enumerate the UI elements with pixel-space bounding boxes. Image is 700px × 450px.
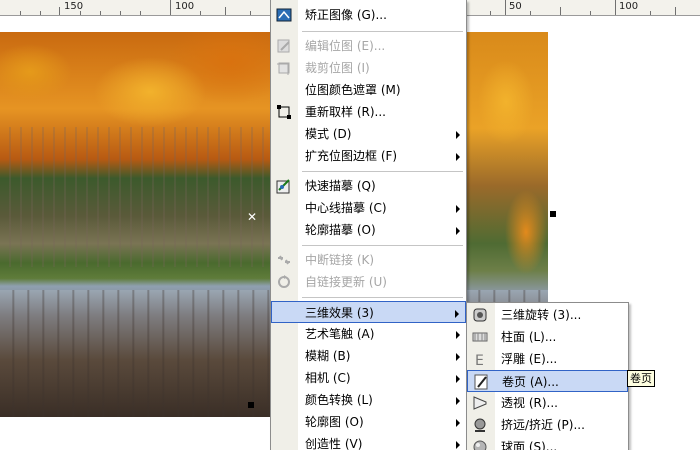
submenu-item-emboss[interactable]: E 浮雕 (E)... [467, 348, 628, 370]
page-curl-icon [473, 374, 489, 390]
menu-item-label: 裁剪位图 (I) [305, 61, 370, 75]
autumn-lake-bitmap[interactable] [0, 32, 270, 417]
ruler-label: 100 [619, 1, 639, 12]
menu-item-art-strokes[interactable]: 艺术笔触 (A) [271, 323, 466, 345]
ruler-label: 100 [175, 1, 195, 12]
submenu-arrow-icon [456, 131, 460, 139]
menu-item-label: 轮廓描摹 (O) [305, 223, 376, 237]
menu-item-quick-trace[interactable]: 快速描摹 (Q) [271, 175, 466, 197]
straighten-image-icon [276, 7, 292, 23]
menu-item-mode[interactable]: 模式 (D) [271, 123, 466, 145]
sphere-icon [472, 439, 488, 450]
menu-item-label: 矫正图像 (G)... [305, 8, 387, 22]
menu-item-label: 位图颜色遮罩 (M) [305, 83, 401, 97]
menu-item-label: 中断链接 (K) [305, 253, 375, 267]
menu-item-bitmap-color-mask[interactable]: 位图颜色遮罩 (M) [271, 79, 466, 101]
menu-item-label: 快速描摹 (Q) [305, 179, 376, 193]
menu-item-3d-effects[interactable]: 三维效果 (3) [271, 301, 466, 323]
menu-item-label: 球面 (S)... [501, 440, 558, 450]
menu-item-label: 轮廓图 (O) [305, 415, 364, 429]
center-x-marker[interactable]: ✕ [247, 210, 257, 224]
cylinder-icon [472, 329, 488, 345]
menu-item-contour[interactable]: 轮廓图 (O) [271, 411, 466, 433]
menu-item-straighten-image[interactable]: 矫正图像 (G)... [271, 4, 466, 26]
menu-item-edit-bitmap[interactable]: 编辑位图 (E)... [271, 35, 466, 57]
menu-item-label: 自链接更新 (U) [305, 275, 387, 289]
menu-item-label: 编辑位图 (E)... [305, 39, 386, 53]
page-curl-tooltip: 卷页 [627, 370, 655, 387]
menu-item-crop-bitmap[interactable]: 裁剪位图 (I) [271, 57, 466, 79]
submenu-arrow-icon [456, 205, 460, 213]
menu-item-label: 透视 (R)... [501, 396, 558, 410]
menu-item-blur[interactable]: 模糊 (B) [271, 345, 466, 367]
menu-item-update-link[interactable]: 自链接更新 (U) [271, 271, 466, 293]
submenu-arrow-icon [456, 441, 460, 449]
submenu-item-sphere[interactable]: 球面 (S)... [467, 436, 628, 450]
quick-trace-icon [276, 178, 292, 194]
break-link-icon [276, 252, 292, 268]
menu-item-outline-trace[interactable]: 轮廓描摹 (O) [271, 219, 466, 241]
menu-item-break-link[interactable]: 中断链接 (K) [271, 249, 466, 271]
menu-item-label: 模式 (D) [305, 127, 352, 141]
menu-separator [302, 31, 463, 32]
resample-icon [276, 104, 292, 120]
submenu-arrow-icon [456, 419, 460, 427]
submenu-item-3d-rotate[interactable]: 三维旋转 (3)... [467, 304, 628, 326]
submenu-item-page-curl[interactable]: 卷页 (A)... [467, 370, 628, 392]
bitmaps-menu: 矫正图像 (G)... 编辑位图 (E)... 裁剪位图 (I) 位图颜色遮罩 … [270, 0, 467, 450]
menu-separator [302, 245, 463, 246]
submenu-item-perspective[interactable]: 透视 (R)... [467, 392, 628, 414]
ruler-label: 150 [64, 1, 84, 12]
menu-item-label: 中心线描摹 (C) [305, 201, 387, 215]
3d-rotate-icon [472, 307, 488, 323]
submenu-arrow-icon [456, 227, 460, 235]
submenu-arrow-icon [455, 310, 459, 318]
3d-effects-submenu: 三维旋转 (3)... 柱面 (L)... E 浮雕 (E)... 卷页 (A)… [466, 302, 629, 450]
menu-item-label: 艺术笔触 (A) [305, 327, 375, 341]
menu-item-label: 卷页 (A)... [502, 375, 559, 389]
ruler-label: 50 [509, 1, 522, 12]
submenu-arrow-icon [456, 375, 460, 383]
edit-bitmap-icon [276, 38, 292, 54]
selection-handle[interactable] [248, 402, 254, 408]
menu-separator [302, 297, 463, 298]
menu-item-inflate-bitmap[interactable]: 扩充位图边框 (F) [271, 145, 466, 167]
selection-handle[interactable] [550, 211, 556, 217]
menu-item-label: 三维效果 (3) [305, 306, 374, 320]
svg-text:E: E [475, 353, 484, 367]
submenu-arrow-icon [456, 331, 460, 339]
submenu-arrow-icon [456, 153, 460, 161]
update-link-icon [276, 274, 292, 290]
crop-bitmap-icon [276, 60, 292, 76]
menu-item-label: 柱面 (L)... [501, 330, 557, 344]
menu-item-resample[interactable]: 重新取样 (R)... [271, 101, 466, 123]
emboss-icon: E [472, 351, 488, 367]
menu-separator [302, 171, 463, 172]
menu-item-creative[interactable]: 创造性 (V) [271, 433, 466, 450]
submenu-arrow-icon [456, 353, 460, 361]
menu-item-label: 创造性 (V) [305, 437, 363, 450]
menu-item-camera[interactable]: 相机 (C) [271, 367, 466, 389]
menu-item-label: 挤远/挤近 (P)... [501, 418, 585, 432]
submenu-item-cylinder[interactable]: 柱面 (L)... [467, 326, 628, 348]
menu-item-color-transform[interactable]: 颜色转换 (L) [271, 389, 466, 411]
menu-item-label: 重新取样 (R)... [305, 105, 386, 119]
menu-item-label: 模糊 (B) [305, 349, 351, 363]
menu-item-label: 相机 (C) [305, 371, 351, 385]
perspective-icon [472, 395, 488, 411]
menu-item-centerline-trace[interactable]: 中心线描摹 (C) [271, 197, 466, 219]
submenu-item-pinch-punch[interactable]: 挤远/挤近 (P)... [467, 414, 628, 436]
menu-item-label: 扩充位图边框 (F) [305, 149, 398, 163]
menu-item-label: 颜色转换 (L) [305, 393, 373, 407]
menu-item-label: 三维旋转 (3)... [501, 308, 582, 322]
submenu-arrow-icon [456, 397, 460, 405]
menu-item-label: 浮雕 (E)... [501, 352, 558, 366]
pinch-punch-icon [472, 417, 488, 433]
